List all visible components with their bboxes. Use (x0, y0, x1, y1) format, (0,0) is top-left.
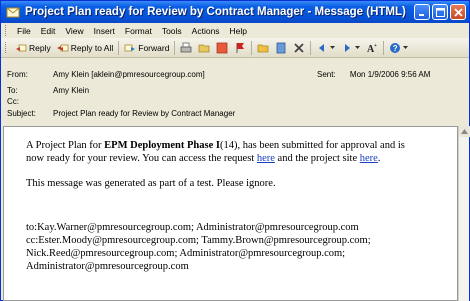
body-line-2: now ready for your review. You can acces… (26, 152, 380, 165)
categories-icon (217, 42, 228, 53)
junk-button[interactable] (254, 40, 272, 56)
delete-button[interactable] (290, 40, 308, 56)
subject-label: Subject: (7, 109, 36, 118)
reply-all-label: Reply to All (70, 42, 114, 53)
body-text: and the project site (274, 153, 360, 164)
reply-all-icon (56, 44, 69, 51)
delete-icon (294, 42, 305, 53)
recipients-line-3: Nick.Reed@pmresourcegroup.com; Administr… (26, 248, 346, 259)
vertical-scrollbar[interactable] (458, 126, 470, 301)
font-size-icon: A + (367, 43, 377, 54)
sent-row: Sent: Mon 1/9/2006 9:56 AM (317, 70, 430, 79)
toolbar-separator (174, 40, 176, 55)
subject-row: Subject: Project Plan ready for Review b… (7, 109, 235, 118)
recipients-line-4: Administrator@pmresourcegroup.com (26, 261, 189, 272)
request-link[interactable]: here (257, 153, 275, 164)
menu-bar: File Edit View Insert Format Tools Actio… (1, 23, 469, 38)
reply-icon (16, 44, 27, 51)
folder-icon (258, 44, 269, 52)
maximize-icon (435, 7, 445, 17)
cc-row: Cc: (7, 97, 53, 106)
reply-label: Reply (29, 42, 51, 53)
scroll-up-button[interactable] (459, 126, 470, 137)
minimize-button[interactable] (414, 4, 430, 20)
menu-format[interactable]: Format (120, 26, 157, 36)
body-text: now ready for your review. You can acces… (26, 153, 257, 164)
toolbar-separator (118, 40, 120, 55)
sent-value: Mon 1/9/2006 9:56 AM (349, 70, 431, 79)
forward-label: Forward (138, 42, 170, 53)
recipients-cc-line: cc:Ester.Moody@pmresourcegroup.com; Tamm… (26, 235, 371, 246)
move-to-folder-button[interactable] (195, 40, 213, 56)
window-title: Project Plan ready for Review by Contrac… (25, 6, 406, 18)
reply-all-button[interactable]: Reply to All (54, 40, 117, 56)
previous-icon (319, 43, 325, 52)
body-text: . (377, 153, 381, 164)
address-book-icon (277, 42, 286, 53)
previous-item-button[interactable] (313, 40, 338, 56)
forward-button[interactable]: Forward (121, 40, 172, 56)
toolbar-separator (310, 40, 312, 55)
body-note: This message was generated as part of a … (26, 178, 276, 189)
recipients-to-line: to:Kay.Warner@pmresourcegroup.com; Admin… (26, 222, 359, 233)
menu-grip[interactable] (5, 25, 8, 36)
menu-view[interactable]: View (60, 26, 88, 36)
menu-actions[interactable]: Actions (187, 26, 225, 36)
categories-button[interactable] (213, 40, 231, 56)
menu-insert[interactable]: Insert (89, 26, 120, 36)
print-icon (181, 42, 192, 52)
flag-button[interactable] (231, 40, 249, 56)
body-text: (14), has been submitted for approval an… (219, 140, 405, 151)
envelope-icon (6, 7, 20, 18)
close-button[interactable] (450, 4, 466, 20)
project-site-link[interactable]: here (360, 153, 378, 164)
subject-value: Project Plan ready for Review by Contrac… (53, 109, 236, 118)
toolbar-separator (383, 40, 385, 55)
menu-edit[interactable]: Edit (36, 26, 61, 36)
help-icon: ? (390, 42, 401, 53)
cc-label: Cc: (7, 97, 19, 106)
forward-icon (124, 44, 136, 51)
chevron-up-icon (461, 129, 468, 134)
sent-label: Sent: (317, 70, 336, 79)
standard-toolbar: Reply Reply to All Forward A + ? (1, 38, 469, 58)
chevron-down-icon (330, 45, 336, 49)
menu-file[interactable]: File (12, 26, 36, 36)
body-text: A Project Plan for (26, 140, 105, 151)
body-line-1: A Project Plan for EPM Deployment Phase … (26, 139, 405, 152)
title-bar[interactable]: Project Plan ready for Review by Contrac… (1, 1, 469, 23)
toolbar-separator (251, 40, 253, 55)
next-icon (345, 43, 351, 52)
chevron-down-icon (403, 45, 409, 49)
message-header: From: Amy Klein [aklein@pmresourcegroup.… (1, 59, 469, 125)
minimize-icon (419, 14, 424, 16)
maximize-button[interactable] (432, 4, 448, 20)
to-value[interactable]: Amy Klein (53, 86, 89, 95)
flag-icon (236, 42, 245, 53)
svg-text:+: + (374, 43, 377, 49)
menu-help[interactable]: Help (225, 26, 252, 36)
reply-button[interactable]: Reply (12, 40, 54, 56)
help-button[interactable]: ? (386, 40, 411, 56)
project-name: EPM Deployment Phase I (104, 140, 220, 151)
address-book-button[interactable] (272, 40, 290, 56)
svg-text:?: ? (393, 44, 398, 53)
print-button[interactable] (177, 40, 195, 56)
to-label: To: (7, 86, 18, 95)
to-row: To: Amy Klein (7, 86, 89, 95)
next-item-button[interactable] (338, 40, 363, 56)
from-value[interactable]: Amy Klein [aklein@pmresourcegroup.com] (53, 70, 205, 79)
message-window: Project Plan ready for Review by Contrac… (0, 0, 470, 301)
close-icon (453, 7, 463, 17)
menu-tools[interactable]: Tools (157, 26, 187, 36)
message-body[interactable]: A Project Plan for EPM Deployment Phase … (3, 126, 458, 301)
move-icon (199, 44, 210, 52)
font-size-button[interactable]: A + (363, 40, 381, 56)
from-row: From: Amy Klein [aklein@pmresourcegroup.… (7, 70, 205, 79)
chevron-down-icon (355, 45, 361, 49)
from-label: From: (7, 70, 28, 79)
toolbar-grip[interactable] (5, 42, 8, 53)
